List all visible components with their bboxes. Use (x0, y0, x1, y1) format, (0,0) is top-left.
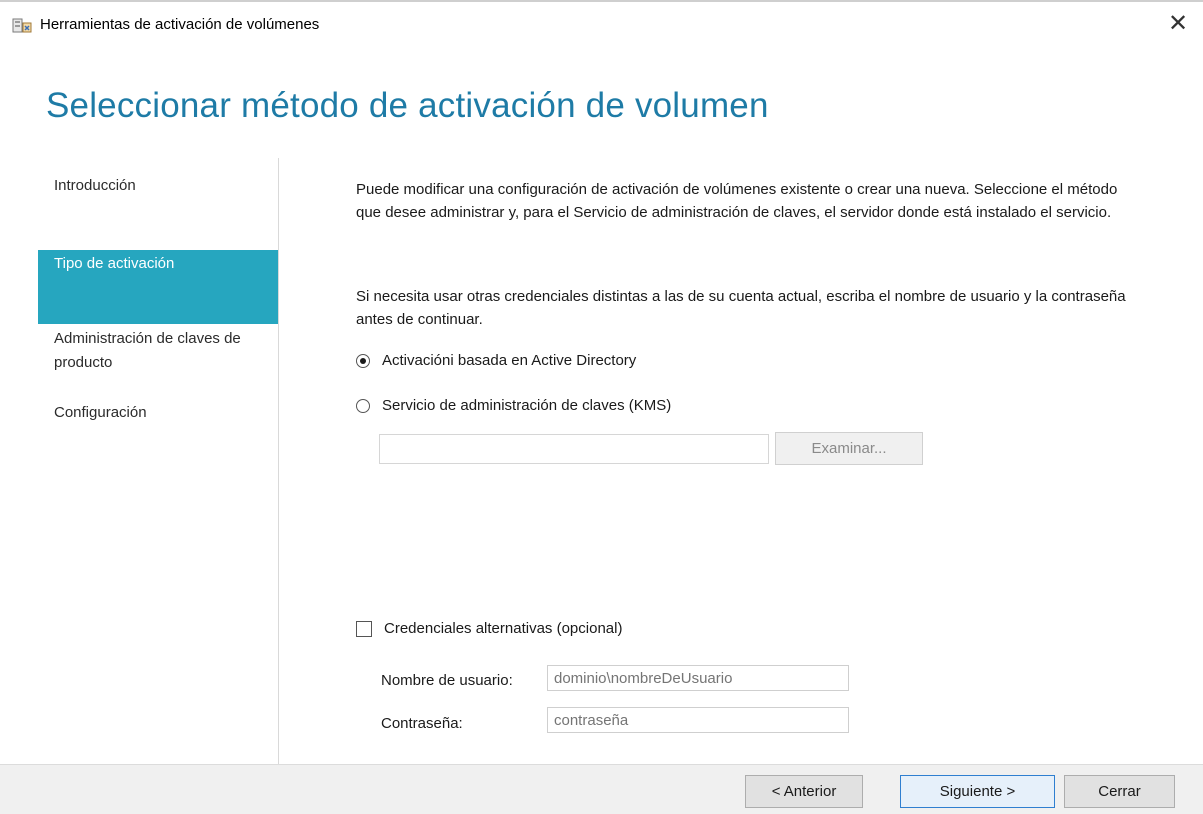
browse-button[interactable]: Examinar... (775, 432, 923, 465)
radio-kms[interactable]: Servicio de administración de claves (KM… (356, 397, 671, 414)
nav-item-administracion-claves[interactable]: Administración de claves de producto (38, 327, 278, 375)
password-input[interactable] (547, 707, 849, 733)
alt-credentials-label: Credenciales alternativas (opcional) (384, 620, 623, 637)
close-button[interactable]: Cerrar (1064, 775, 1175, 808)
nav-divider (278, 158, 279, 764)
description-text: Puede modificar una configuración de act… (356, 181, 1118, 221)
volume-activation-tools-icon (12, 18, 32, 33)
close-icon[interactable]: ✕ (1163, 9, 1193, 39)
radio-kms-indicator[interactable] (356, 398, 370, 413)
window-title: Herramientas de activación de volúmenes (40, 16, 320, 33)
radio-active-directory[interactable]: Activacióni basada en Active Directory (356, 352, 636, 369)
radio-kms-label: Servicio de administración de claves (KM… (382, 397, 672, 414)
radio-active-directory-indicator[interactable] (356, 353, 370, 368)
radio-active-directory-label: Activacióni basada en Active Directory (382, 352, 637, 369)
nav-item-introduccion[interactable]: Introducción (38, 174, 278, 198)
back-button[interactable]: < Anterior (745, 775, 863, 808)
nav-item-tipo-activacion[interactable]: Tipo de activación (38, 250, 278, 324)
alt-credentials-checkbox-row[interactable]: Credenciales alternativas (opcional) (356, 620, 622, 637)
title-bar: Herramientas de activación de volúmenes … (0, 0, 1203, 50)
credentials-hint-text: Si necesita usar otras credenciales dist… (356, 288, 1126, 328)
page-title: Seleccionar método de activación de volu… (46, 86, 769, 125)
username-label: Nombre de usuario: (381, 672, 513, 689)
next-button[interactable]: Siguiente > (900, 775, 1055, 808)
alt-credentials-checkbox[interactable] (356, 620, 372, 637)
kms-server-input[interactable] (379, 434, 769, 464)
password-label: Contraseña: (381, 715, 463, 732)
nav-item-configuracion[interactable]: Configuración (38, 401, 278, 425)
username-input[interactable] (547, 665, 849, 691)
